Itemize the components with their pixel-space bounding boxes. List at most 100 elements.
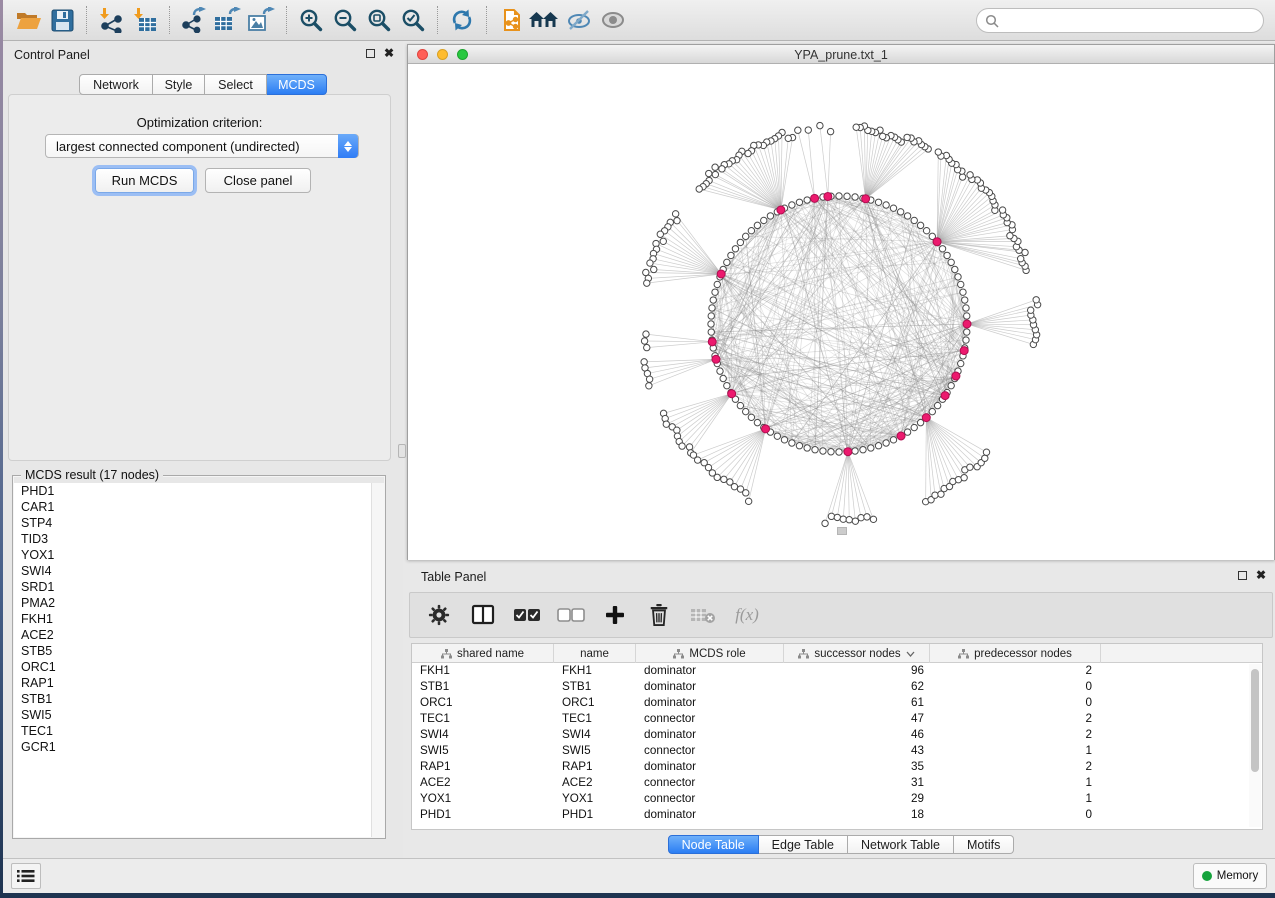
table-cell[interactable]: 62	[784, 679, 930, 695]
network-node[interactable]	[875, 199, 881, 205]
leaf-node[interactable]	[644, 280, 650, 286]
search-input[interactable]	[999, 14, 1263, 28]
memory-button[interactable]: Memory	[1193, 863, 1267, 889]
network-node[interactable]	[923, 227, 929, 233]
mcds-result-list[interactable]: PHD1CAR1STP4TID3YOX1SWI4SRD1PMA2FKH1ACE2…	[14, 483, 384, 837]
leaf-node[interactable]	[647, 260, 653, 266]
network-node[interactable]	[720, 375, 726, 381]
split-pane-grip[interactable]	[398, 444, 406, 458]
network-node[interactable]	[904, 213, 910, 219]
table-row[interactable]: TEC1TEC1connector472	[412, 711, 1262, 727]
run-mcds-button[interactable]: Run MCDS	[95, 168, 194, 193]
network-node[interactable]	[890, 205, 896, 211]
network-node[interactable]	[761, 217, 767, 223]
table-row[interactable]: YOX1YOX1connector291	[412, 791, 1262, 807]
tab-network-table[interactable]: Network Table	[848, 835, 954, 854]
col-predecessor-nodes[interactable]: predecessor nodes	[930, 644, 1101, 663]
table-cell[interactable]: STB1	[554, 679, 636, 695]
leaf-node[interactable]	[1007, 233, 1013, 239]
network-node[interactable]	[929, 408, 935, 414]
refresh-icon[interactable]	[445, 4, 479, 36]
tab-mcds[interactable]: MCDS	[267, 74, 327, 95]
table-cell[interactable]: dominator	[636, 759, 784, 775]
leaf-node[interactable]	[674, 217, 680, 223]
close-panel-icon[interactable]: ✖	[384, 49, 394, 58]
network-node[interactable]	[708, 313, 714, 319]
mcds-hub-node[interactable]	[862, 195, 870, 203]
save-session-icon[interactable]	[45, 4, 79, 36]
close-panel-button[interactable]: Close panel	[205, 168, 311, 193]
network-node[interactable]	[897, 209, 903, 215]
network-node[interactable]	[754, 419, 760, 425]
leaf-node[interactable]	[1033, 297, 1039, 303]
network-node[interactable]	[958, 281, 964, 287]
result-item[interactable]: CAR1	[14, 499, 384, 515]
network-node[interactable]	[796, 443, 802, 449]
network-node[interactable]	[724, 382, 730, 388]
settings-gear-icon[interactable]	[424, 600, 454, 630]
leaf-node[interactable]	[641, 338, 647, 344]
leaf-node[interactable]	[1017, 255, 1023, 261]
leaf-node[interactable]	[694, 457, 700, 463]
table-cell[interactable]: 1	[930, 775, 1101, 791]
leaf-node[interactable]	[660, 238, 666, 244]
mcds-hub-node[interactable]	[960, 347, 968, 355]
network-node[interactable]	[781, 437, 787, 443]
network-node[interactable]	[709, 305, 715, 311]
network-node[interactable]	[939, 246, 945, 252]
network-node[interactable]	[820, 448, 826, 454]
network-node[interactable]	[804, 445, 810, 451]
result-item[interactable]: FKH1	[14, 611, 384, 627]
table-cell[interactable]: TEC1	[554, 711, 636, 727]
table-cell[interactable]: 61	[784, 695, 930, 711]
leaf-node[interactable]	[706, 170, 712, 176]
network-node[interactable]	[911, 424, 917, 430]
network-node[interactable]	[737, 402, 743, 408]
table-row[interactable]: SWI4SWI4dominator462	[412, 727, 1262, 743]
table-cell[interactable]: ACE2	[554, 775, 636, 791]
zoom-in-icon[interactable]	[294, 4, 328, 36]
leaf-node[interactable]	[846, 517, 852, 523]
leaf-node[interactable]	[743, 490, 749, 496]
network-node[interactable]	[883, 440, 889, 446]
result-item[interactable]: ACE2	[14, 627, 384, 643]
network-node[interactable]	[960, 289, 966, 295]
mcds-hub-node[interactable]	[728, 390, 736, 398]
table-cell[interactable]: STB1	[412, 679, 554, 695]
network-node[interactable]	[962, 297, 968, 303]
table-cell[interactable]: 43	[784, 743, 930, 759]
leaf-node[interactable]	[663, 421, 669, 427]
table-scroll-thumb[interactable]	[1251, 669, 1259, 772]
network-node[interactable]	[875, 443, 881, 449]
leaf-node[interactable]	[721, 476, 727, 482]
network-node[interactable]	[714, 281, 720, 287]
network-canvas[interactable]	[408, 64, 1274, 560]
leaf-node[interactable]	[822, 520, 828, 526]
result-item[interactable]: PMA2	[14, 595, 384, 611]
mcds-hub-node[interactable]	[717, 270, 725, 278]
home-layouts-icon[interactable]	[528, 4, 562, 36]
leaf-node[interactable]	[686, 444, 692, 450]
leaf-node[interactable]	[674, 427, 680, 433]
import-network-icon[interactable]	[94, 4, 128, 36]
table-cell[interactable]: 46	[784, 727, 930, 743]
export-table-icon[interactable]	[211, 4, 245, 36]
network-node[interactable]	[963, 337, 969, 343]
leaf-node[interactable]	[1027, 307, 1033, 313]
mcds-hub-node[interactable]	[811, 194, 819, 202]
table-cell[interactable]: 2	[930, 759, 1101, 775]
show-columns-icon[interactable]	[468, 600, 498, 630]
network-node[interactable]	[963, 305, 969, 311]
result-item[interactable]: SRD1	[14, 579, 384, 595]
network-node[interactable]	[812, 447, 818, 453]
table-cell[interactable]: SWI4	[412, 727, 554, 743]
leaf-node[interactable]	[967, 172, 973, 178]
result-item[interactable]: ORC1	[14, 659, 384, 675]
leaf-node[interactable]	[646, 376, 652, 382]
table-cell[interactable]: dominator	[636, 807, 784, 823]
network-node[interactable]	[804, 197, 810, 203]
network-node[interactable]	[728, 252, 734, 258]
table-cell[interactable]: dominator	[636, 663, 784, 679]
table-cell[interactable]: 1	[930, 791, 1101, 807]
leaf-node[interactable]	[657, 231, 663, 237]
